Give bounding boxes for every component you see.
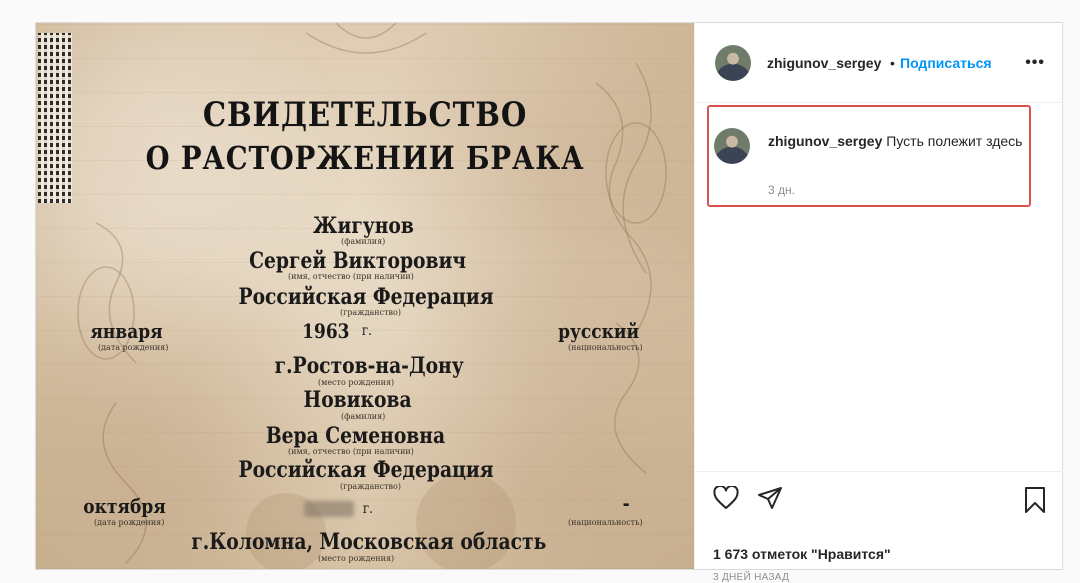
person2-name-caption: (имя, отчество (при наличии) bbox=[288, 447, 414, 456]
document-title-line1: СВИДЕТЕЛЬСТВО bbox=[202, 95, 528, 135]
person2-citizenship-caption: (гражданство) bbox=[340, 482, 401, 491]
avatar[interactable] bbox=[715, 45, 751, 81]
person1-citizenship: Российская Федерация bbox=[238, 284, 494, 310]
qr-code bbox=[38, 33, 72, 203]
comment-avatar[interactable] bbox=[714, 128, 750, 164]
person2-birthplace: г.Коломна, Московская область bbox=[191, 529, 547, 555]
comment-username[interactable]: zhigunov_sergey bbox=[768, 133, 882, 149]
follow-button[interactable]: Подписаться bbox=[900, 55, 992, 71]
person1-nationality-caption: (национальность) bbox=[568, 343, 643, 352]
person2-name: Вера Семеновна bbox=[265, 423, 446, 449]
person2-nationality: - bbox=[622, 491, 630, 515]
person2-surname-caption: (фамилия) bbox=[341, 412, 386, 421]
person2-surname: Новикова bbox=[303, 387, 412, 413]
person1-birth-year: 1963 bbox=[302, 319, 350, 343]
person1-birth-month: января bbox=[90, 319, 163, 343]
post-photo[interactable]: СВИДЕТЕЛЬСТВО О РАСТОРЖЕНИИ БРАКА Жигуно… bbox=[36, 23, 694, 569]
document-title-line2: О РАСТОРЖЕНИИ БРАКА bbox=[145, 139, 585, 177]
post-header: zhigunov_sergey • Подписаться ••• bbox=[695, 23, 1063, 103]
person1-birth-caption: (дата рождения) bbox=[98, 343, 169, 352]
person1-birthplace-caption: (место рождения) bbox=[318, 378, 395, 387]
header-separator: • bbox=[890, 55, 895, 71]
person2-birthplace-caption: (место рождения) bbox=[318, 554, 395, 563]
person1-citizenship-caption: (гражданство) bbox=[340, 308, 401, 317]
person1-surname-caption: (фамилия) bbox=[341, 237, 386, 246]
person1-name-caption: (имя, отчество (при наличии) bbox=[288, 272, 414, 281]
person1-nationality: русский bbox=[558, 319, 640, 343]
person1-year-suffix: г. bbox=[361, 323, 372, 339]
person2-birth-month: октября bbox=[83, 494, 166, 518]
more-horizontal-icon[interactable]: ••• bbox=[1025, 54, 1045, 72]
comment-text-block: zhigunov_sergey Пусть полежит здесь bbox=[768, 131, 1028, 151]
post-actions: 1 673 отметок "Нравится" 3 ДНЕЙ НАЗАД bbox=[695, 471, 1063, 583]
bookmark-icon[interactable] bbox=[1023, 486, 1047, 514]
person1-birthplace: г.Ростов-на-Дону bbox=[274, 353, 464, 379]
person2-birth-caption: (дата рождения) bbox=[94, 518, 165, 527]
comment-time[interactable]: 3 дн. bbox=[768, 183, 795, 197]
person1-surname: Жигунов bbox=[312, 213, 414, 239]
comment-text: Пусть полежит здесь bbox=[886, 133, 1023, 149]
caption-comment: zhigunov_sergey Пусть полежит здесь 3 дн… bbox=[707, 105, 1031, 207]
person1-name: Сергей Викторович bbox=[249, 248, 467, 274]
paper-plane-icon[interactable] bbox=[757, 486, 783, 510]
likes-count[interactable]: 1 673 отметок "Нравится" bbox=[713, 546, 891, 562]
post-side-panel: zhigunov_sergey • Подписаться ••• zhigun… bbox=[694, 23, 1063, 583]
heart-icon[interactable] bbox=[713, 486, 739, 510]
header-username[interactable]: zhigunov_sergey bbox=[767, 55, 881, 71]
person2-nationality-caption: (национальность) bbox=[568, 518, 643, 527]
person2-year-suffix: г. bbox=[362, 501, 373, 517]
redacted-birth-year bbox=[304, 501, 354, 517]
person2-citizenship: Российская Федерация bbox=[238, 457, 494, 483]
instagram-post: СВИДЕТЕЛЬСТВО О РАСТОРЖЕНИИ БРАКА Жигуно… bbox=[35, 22, 1063, 583]
